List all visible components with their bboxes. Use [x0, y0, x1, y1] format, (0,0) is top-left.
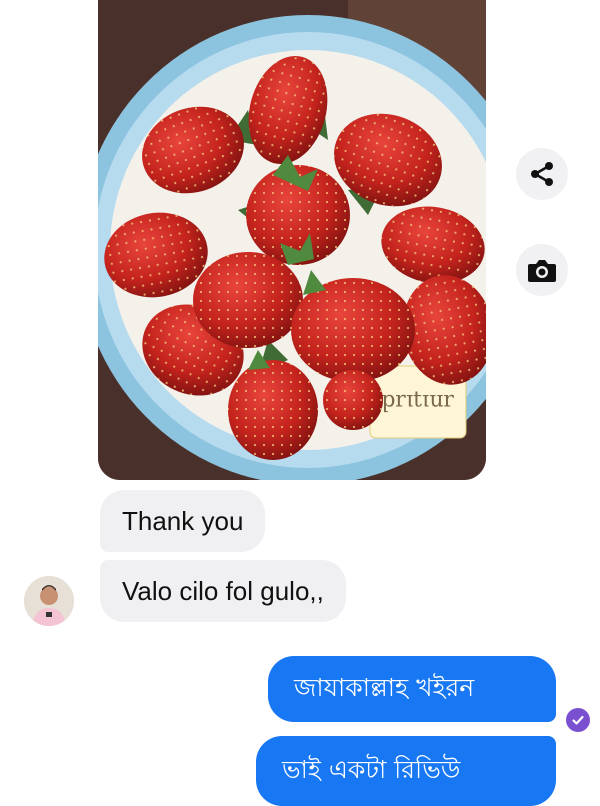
message-text: ভাই একটা রিভিউ	[282, 754, 461, 784]
avatar-image	[24, 576, 74, 626]
svg-text:ɹnıʇıɹd: ɹnıʇıɹd	[381, 389, 454, 414]
outgoing-message[interactable]: ভাই একটা রিভিউ	[256, 736, 556, 806]
share-button[interactable]	[516, 148, 568, 200]
message-text: Valo cilo fol gulo,,	[122, 576, 324, 606]
incoming-message[interactable]: Valo cilo fol gulo,,	[100, 560, 346, 622]
message-text: জাযাকাল্লাহ খইরন	[294, 672, 475, 702]
camera-button[interactable]	[516, 244, 568, 296]
camera-icon	[528, 260, 556, 282]
contact-avatar[interactable]	[24, 576, 74, 626]
shared-photo[interactable]: ɹnıʇıɹd	[98, 0, 486, 480]
share-icon	[531, 162, 553, 186]
outgoing-message[interactable]: জাযাকাল্লাহ খইরন	[268, 656, 556, 722]
delivered-check-icon	[566, 708, 590, 732]
strawberries-plate-photo: ɹnıʇıɹd	[98, 0, 486, 480]
message-text: Thank you	[122, 506, 244, 536]
incoming-message[interactable]: Thank you	[100, 490, 266, 552]
